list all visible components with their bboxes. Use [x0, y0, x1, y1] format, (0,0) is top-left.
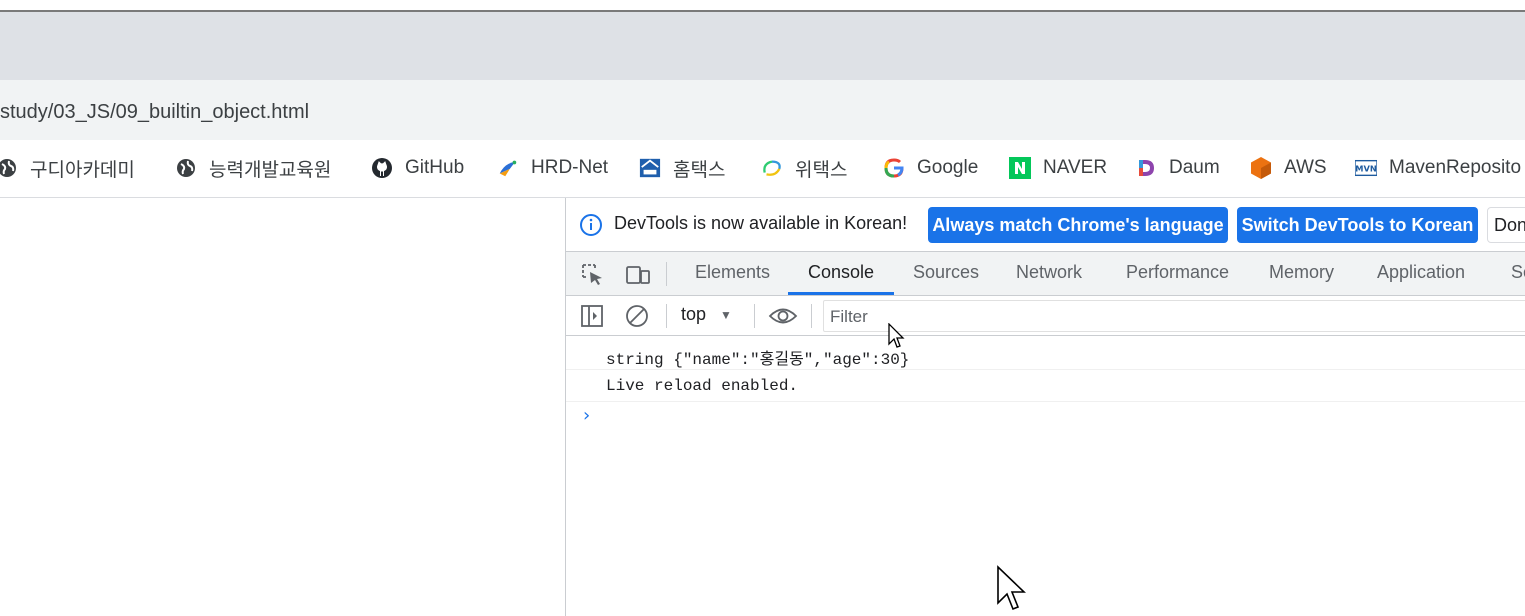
bookmark-label: GitHub	[405, 157, 465, 178]
dont-show-again-button[interactable]: Don	[1487, 207, 1525, 243]
url-text[interactable]: study/03_JS/09_builtin_object.html	[0, 101, 309, 124]
globe-icon	[0, 157, 18, 179]
svg-text:MVN: MVN	[1355, 164, 1377, 174]
google-icon	[883, 157, 905, 179]
bookmark-label: 능력개발교육원	[209, 159, 332, 181]
bookmark-label: 위택스	[795, 159, 848, 181]
always-match-language-button[interactable]: Always match Chrome's language	[928, 207, 1228, 243]
window-top-border	[0, 0, 1525, 12]
browser-tab-strip	[0, 12, 1525, 80]
active-tab-indicator	[788, 292, 894, 295]
bookmark-aws[interactable]: AWS	[1250, 154, 1327, 182]
aws-icon	[1250, 157, 1272, 179]
bookmark-github[interactable]: GitHub	[371, 154, 464, 182]
clear-console-icon[interactable]	[624, 303, 650, 329]
bookmark-label: 구디아카데미	[30, 159, 135, 181]
mouse-pointer-icon	[997, 565, 1026, 611]
tab-security[interactable]: Se	[1511, 262, 1525, 283]
sidebar-toggle-icon[interactable]	[579, 303, 605, 329]
tab-application[interactable]: Application	[1377, 262, 1465, 283]
device-toolbar-icon[interactable]	[624, 262, 650, 288]
console-toolbar: top ▼	[566, 296, 1525, 336]
live-expression-eye-icon[interactable]	[768, 303, 798, 329]
bookmark-label: NAVER	[1043, 157, 1108, 178]
info-icon	[579, 213, 603, 237]
bookmark-wetax[interactable]: 위택스	[761, 154, 847, 182]
console-filter[interactable]	[823, 300, 1525, 333]
inspect-element-icon[interactable]	[580, 262, 606, 288]
maven-icon: MVN	[1355, 157, 1377, 179]
language-infobar: DevTools is now available in Korean! Alw…	[566, 198, 1525, 252]
bookmark-label: MavenReposito	[1389, 157, 1522, 178]
bookmark-hrdnet[interactable]: HRD-Net	[497, 154, 608, 182]
tab-sources[interactable]: Sources	[913, 262, 979, 283]
naver-icon	[1009, 157, 1031, 179]
bookmark-label: AWS	[1284, 157, 1327, 178]
bookmark-label: 홈택스	[673, 159, 726, 181]
hrdnet-icon	[497, 157, 519, 179]
bookmark-maven[interactable]: MVN MavenReposito	[1355, 154, 1521, 182]
console-message-text: string {"name":"홍길동","age":30}	[606, 351, 910, 369]
toolbar-divider	[666, 262, 667, 286]
bookmark-hometax[interactable]: 홈택스	[639, 154, 725, 182]
hometax-icon	[639, 157, 661, 179]
bookmark-goodee[interactable]: 구디아카데미	[0, 154, 135, 182]
devtools-panel: DevTools is now available in Korean! Alw…	[565, 198, 1525, 616]
text-cursor-pointer-icon	[888, 323, 905, 348]
tab-network[interactable]: Network	[1016, 262, 1082, 283]
bookmark-label: Daum	[1169, 157, 1220, 178]
wetax-icon	[761, 157, 783, 179]
dropdown-arrow-icon: ▼	[720, 307, 732, 322]
github-icon	[371, 157, 393, 179]
context-label: top	[681, 304, 707, 324]
console-message[interactable]: string {"name":"홍길동","age":30}	[566, 339, 1525, 370]
bookmark-google[interactable]: Google	[883, 154, 978, 182]
tab-elements[interactable]: Elements	[695, 262, 770, 283]
bookmark-label: Google	[917, 157, 979, 178]
tab-performance[interactable]: Performance	[1126, 262, 1229, 283]
console-message-text: Live reload enabled.	[606, 377, 799, 395]
switch-to-korean-button[interactable]: Switch DevTools to Korean	[1237, 207, 1478, 243]
bookmark-daum[interactable]: Daum	[1135, 154, 1220, 182]
context-selector[interactable]: top ▼	[681, 304, 732, 325]
toolbar-divider	[666, 304, 667, 328]
devtools-tabs-bar: Elements Console Sources Network Perform…	[566, 252, 1525, 296]
bookmark-skills[interactable]: 능력개발교육원	[175, 154, 331, 182]
page-content-area[interactable]	[0, 198, 565, 616]
tab-console[interactable]: Console	[808, 262, 874, 283]
console-prompt[interactable]: ›	[583, 405, 590, 426]
daum-icon	[1135, 157, 1157, 179]
console-message[interactable]: Live reload enabled.	[566, 371, 1525, 402]
bookmark-label: HRD-Net	[531, 157, 609, 178]
toolbar-divider	[811, 304, 812, 328]
globe-icon	[175, 157, 197, 179]
bookmark-naver[interactable]: NAVER	[1009, 154, 1107, 182]
infobar-message: DevTools is now available in Korean!	[614, 213, 908, 233]
tab-memory[interactable]: Memory	[1269, 262, 1334, 283]
toolbar-divider	[754, 304, 755, 328]
filter-input[interactable]	[824, 301, 1516, 333]
